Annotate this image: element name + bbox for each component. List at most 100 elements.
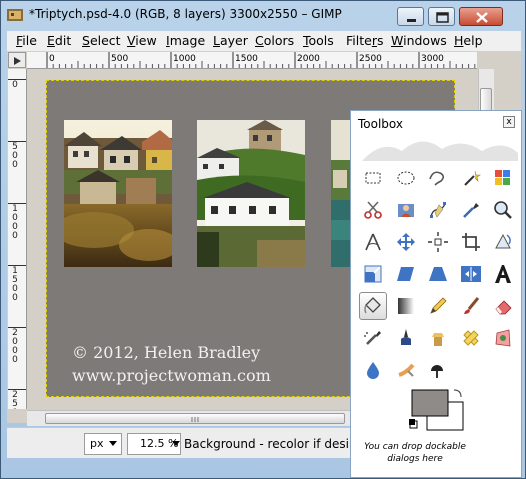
ruler-label: 1500 (235, 54, 258, 64)
menu-tools[interactable]: Tools (303, 33, 334, 48)
paintbrush-tool-button[interactable] (457, 292, 485, 320)
ruler-label: 1000 (12, 204, 18, 241)
quick-mask-toggle[interactable] (8, 52, 26, 68)
ruler-label: 0 (49, 54, 55, 64)
rotate-tool-button[interactable] (489, 228, 517, 256)
unit-value: px (90, 437, 104, 450)
horizontal-scroll-thumb[interactable] (45, 413, 345, 424)
menu-help[interactable]: Help (454, 33, 483, 48)
vertical-ruler[interactable]: 0 500 1000 1500 2000 2500 (8, 69, 27, 409)
airbrush-icon (364, 331, 381, 345)
ruler-label: 2000 (12, 328, 18, 365)
horizontal-ruler[interactable]: 0 500 1000 1500 2000 2500 3000 (27, 52, 477, 69)
select-by-color-tool-button[interactable] (489, 164, 517, 192)
rect-select-tool-button[interactable] (359, 164, 387, 192)
align-icon (428, 232, 448, 252)
toolbox-close-button[interactable]: x (503, 116, 515, 128)
menu-colors[interactable]: Colors (255, 33, 294, 48)
blur-tool-button[interactable] (359, 356, 387, 384)
scissors-tool-button[interactable] (359, 196, 387, 224)
blend-tool-button[interactable] (392, 292, 420, 320)
select-by-color-icon (495, 170, 510, 185)
free-select-icon (429, 171, 445, 186)
menu-windows[interactable]: Windows (391, 33, 447, 48)
menu-layer[interactable]: Layer (213, 33, 248, 48)
blend-icon (397, 298, 414, 314)
wilber-drop-area[interactable] (362, 133, 518, 161)
airbrush-tool-button[interactable] (359, 324, 387, 352)
eraser-icon (495, 300, 512, 315)
smudge-tool-button[interactable] (392, 356, 420, 384)
close-button[interactable] (459, 7, 503, 26)
bucket-fill-tool-button[interactable] (359, 292, 387, 320)
clone-tool-button[interactable] (424, 324, 452, 352)
menu-view[interactable]: View (127, 33, 157, 48)
ellipse-select-tool-button[interactable] (392, 164, 420, 192)
toolbox-title: Toolbox (358, 117, 403, 131)
fuzzy-select-tool-button[interactable] (457, 164, 485, 192)
ink-tool-button[interactable] (392, 324, 420, 352)
status-message: Background - recolor if desired (184, 437, 369, 451)
color-area[interactable] (409, 388, 469, 434)
close-icon: x (506, 117, 512, 127)
scale-icon (364, 265, 382, 283)
ruler-label: 500 (12, 142, 18, 170)
minimize-button[interactable] (397, 7, 424, 26)
clone-icon (432, 333, 444, 346)
close-icon (476, 12, 488, 23)
grip-icon (191, 417, 199, 422)
measure-tool-button[interactable] (359, 228, 387, 256)
restore-icon (436, 12, 449, 23)
heal-tool-button[interactable] (457, 324, 485, 352)
shear-tool-button[interactable] (392, 260, 420, 288)
maximize-button[interactable] (428, 7, 455, 26)
dropdown-arrow-icon (109, 441, 117, 446)
perspective-tool-button[interactable] (424, 260, 452, 288)
ruler-label: 0 (12, 80, 18, 90)
zoom-tool-button[interactable] (489, 196, 517, 224)
ruler-corner-arrow-icon (14, 57, 21, 65)
zoom-selector[interactable]: 12.5 % (127, 433, 181, 455)
dodge-burn-tool-button[interactable] (424, 356, 452, 384)
menu-edit[interactable]: Edit (47, 33, 71, 48)
flip-icon (460, 266, 481, 282)
foreground-select-tool-button[interactable] (392, 196, 420, 224)
ruler-label: 3000 (421, 54, 444, 64)
perspective-clone-tool-button[interactable] (489, 324, 517, 352)
menu-file[interactable]: File (16, 33, 37, 48)
unit-selector[interactable]: px (84, 433, 122, 455)
pencil-tool-button[interactable] (424, 292, 452, 320)
crop-tool-button[interactable] (457, 228, 485, 256)
color-picker-icon (462, 203, 479, 218)
copyright-caption: © 2012, Helen Bradley (72, 343, 261, 362)
paths-tool-button[interactable] (424, 196, 452, 224)
flip-tool-button[interactable] (457, 260, 485, 288)
text-tool-button[interactable] (489, 260, 517, 288)
menu-image[interactable]: Image (166, 33, 205, 48)
crop-icon (461, 233, 480, 251)
ruler-label: 2500 (12, 390, 18, 410)
blur-icon (367, 362, 379, 379)
fuzzy-select-icon (463, 170, 481, 186)
gimp-app-icon[interactable] (7, 8, 23, 22)
menu-select[interactable]: Select (82, 33, 121, 48)
ruler-label: 2500 (359, 54, 382, 64)
left-house-photo[interactable] (64, 120, 172, 267)
move-tool-button[interactable] (392, 228, 420, 256)
eraser-tool-button[interactable] (489, 292, 517, 320)
pencil-icon (430, 297, 447, 314)
scissors-icon (364, 201, 382, 219)
scale-tool-button[interactable] (359, 260, 387, 288)
dropdown-arrow-icon (172, 441, 180, 446)
right-coast-photo[interactable] (331, 120, 351, 267)
color-picker-tool-button[interactable] (457, 196, 485, 224)
ruler-label: 2000 (297, 54, 320, 64)
dock-hint: You can drop dockable dialogs here (364, 442, 466, 464)
align-tool-button[interactable] (424, 228, 452, 256)
free-select-tool-button[interactable] (424, 164, 452, 192)
smudge-icon (397, 363, 415, 377)
shear-icon (396, 267, 414, 281)
ruler-label: 1500 (12, 266, 18, 303)
center-house-photo[interactable] (197, 120, 305, 267)
menu-filters[interactable]: Filters (346, 33, 383, 48)
